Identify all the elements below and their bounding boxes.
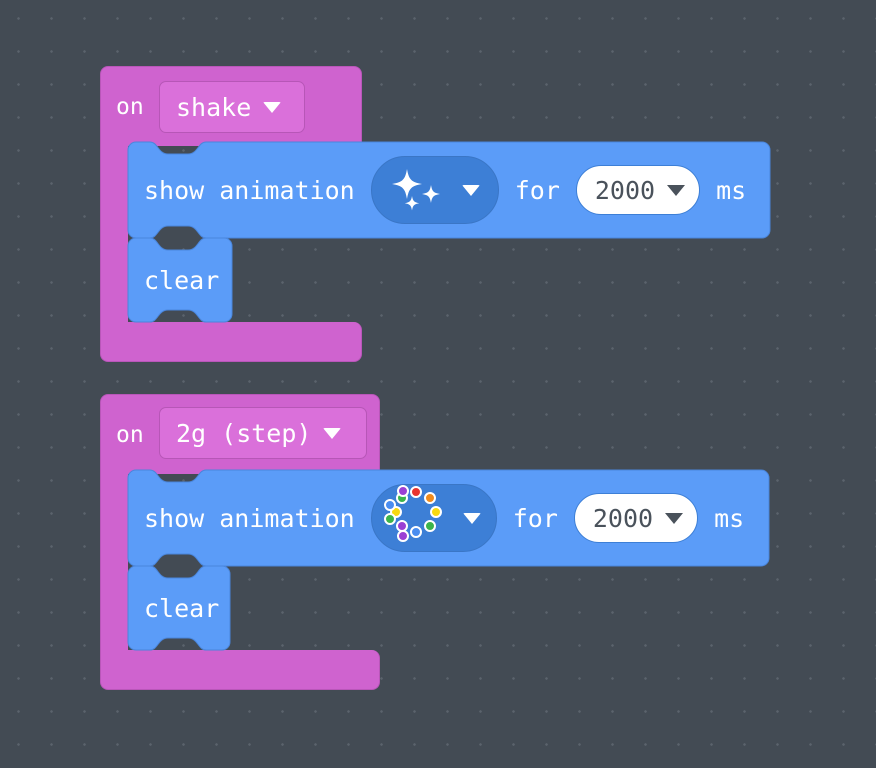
duration-field-1[interactable]: 2000: [575, 165, 701, 215]
statement-clear-2[interactable]: clear: [127, 565, 231, 651]
sparkle-animation-icon: [386, 163, 448, 217]
on-2g-step-prefix-label: on: [116, 422, 144, 448]
chevron-down-icon[interactable]: [462, 512, 481, 524]
statement-clear-1[interactable]: clear: [127, 237, 233, 323]
event-selector-2g-step-value: 2g (step): [176, 418, 312, 448]
chevron-down-icon[interactable]: [323, 427, 342, 439]
chevron-down-icon[interactable]: [667, 184, 686, 196]
on-shake-prefix-label: on: [116, 94, 144, 120]
event-selector-shake[interactable]: shake: [159, 81, 305, 133]
event-block-on-shake-footer[interactable]: [100, 322, 362, 362]
statement-show-animation-sparkles[interactable]: show animation for 2000 ms: [127, 141, 771, 239]
event-selector-shake-value: shake: [176, 92, 252, 122]
duration-value-1: 2000: [594, 175, 656, 205]
animation-picker-sparkles[interactable]: [370, 156, 499, 224]
blocks-canvas[interactable]: on shake show animation for 2000 ms clea…: [0, 0, 876, 768]
duration-value-2: 2000: [592, 503, 654, 533]
event-block-on-shake-body[interactable]: [100, 146, 128, 322]
event-selector-2g-step[interactable]: 2g (step): [159, 407, 367, 459]
chevron-down-icon[interactable]: [461, 184, 480, 196]
animation-picker-rainbow[interactable]: [370, 484, 497, 552]
rainbow-cycle-animation-icon: [383, 485, 449, 551]
event-block-on-2g-step-body[interactable]: [100, 474, 128, 650]
statement-show-animation-rainbow[interactable]: show animation for 2000 ms: [127, 469, 770, 567]
chevron-down-icon[interactable]: [665, 512, 684, 524]
chevron-down-icon[interactable]: [263, 101, 282, 113]
event-block-on-2g-step-footer[interactable]: [100, 650, 380, 690]
duration-field-2[interactable]: 2000: [573, 493, 699, 543]
